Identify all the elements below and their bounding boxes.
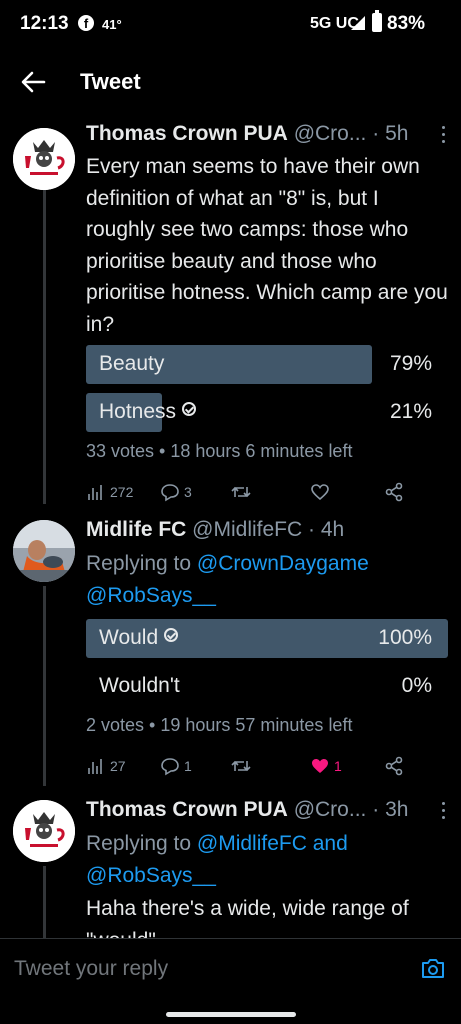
share-button[interactable] [384, 480, 404, 504]
arrow-left-icon[interactable] [20, 70, 46, 94]
poll-option-percent: 21% [389, 400, 432, 423]
check-circle-icon [164, 628, 179, 642]
thread-connector [43, 586, 46, 786]
status-bar: 12:13 f 41° 5G UC 83% [0, 0, 461, 48]
author-name[interactable]: Thomas Crown PUA [86, 122, 288, 145]
tweet-time: 3h [385, 798, 409, 821]
signal-icon [351, 16, 365, 30]
avatar[interactable] [13, 800, 75, 862]
top-app-bar: Tweet [0, 56, 461, 108]
reply-count: 3 [184, 484, 192, 500]
retweet-button[interactable] [231, 754, 251, 778]
replying-to-prefix: Replying to [86, 552, 192, 575]
reply-button[interactable]: 3 [160, 480, 192, 504]
status-temperature: 41° [102, 17, 122, 32]
views-button[interactable]: 27 [86, 754, 126, 778]
poll-option-percent: 79% [389, 352, 432, 375]
avatar[interactable] [13, 520, 75, 582]
crown-daygame-logo-icon [13, 800, 75, 862]
like-button[interactable] [310, 480, 330, 504]
like-count: 1 [334, 758, 342, 774]
camera-icon[interactable] [421, 957, 445, 979]
share-button[interactable] [384, 754, 404, 778]
retweet-button[interactable] [231, 480, 251, 504]
author-handle[interactable]: @Cro... [294, 798, 367, 821]
analytics-icon [88, 759, 102, 774]
thread-connector [43, 186, 46, 504]
tweet-actions: 272 3 [86, 480, 448, 510]
views-count: 27 [110, 758, 126, 774]
author-handle[interactable]: @MidlifeFC [192, 518, 302, 541]
home-gesture-handle[interactable] [166, 1012, 296, 1017]
like-button[interactable]: 1 [310, 754, 342, 778]
check-circle-icon [182, 402, 197, 416]
reply-composer: Tweet your reply [0, 938, 461, 1000]
author-handle[interactable]: @Cro... [294, 122, 367, 145]
heart-icon [311, 484, 329, 501]
avatar[interactable] [13, 128, 75, 190]
status-battery: 83% [387, 13, 426, 34]
views-button[interactable]: 272 [86, 480, 133, 504]
tweet-time: 4h [320, 518, 345, 541]
system-nav-bar [0, 1000, 461, 1024]
heart-filled-icon [312, 759, 328, 773]
poll-option: Beauty 79% [86, 345, 448, 384]
author-name[interactable]: Thomas Crown PUA [86, 798, 288, 821]
poll-option-label: Hotness [99, 400, 177, 423]
crown-daygame-logo-icon [13, 128, 75, 190]
poll-option-label: Beauty [99, 352, 165, 375]
poll-option: Wouldn't 0% [86, 667, 448, 706]
more-options-icon[interactable] [438, 122, 448, 146]
reply-input[interactable]: Tweet your reply [14, 957, 168, 981]
views-count: 272 [110, 484, 134, 500]
tweet-actions: 27 1 1 [86, 754, 448, 784]
battery-icon [372, 10, 382, 32]
poll-meta: 33 votes • 18 hours 6 minutes left [86, 441, 353, 461]
tweet-header: Thomas Crown PUA @Cro... · 5h [86, 122, 409, 145]
tweet-header: Thomas Crown PUA @Cro... · 3h [86, 798, 409, 821]
reply-count: 1 [184, 758, 192, 774]
tweet-text: Every man seems to have their own defini… [86, 155, 448, 336]
reply-icon [161, 484, 179, 502]
poll-option: Hotness 21% [86, 393, 448, 432]
facebook-icon: f [78, 15, 94, 31]
retweet-icon [231, 486, 251, 498]
poll-option: Would 100% [86, 619, 448, 658]
share-icon [385, 482, 403, 502]
tweet[interactable]: Thomas Crown PUA @Cro... · 3h Replying t… [0, 794, 461, 938]
more-options-icon[interactable] [438, 798, 448, 822]
replying-to-prefix: Replying to [86, 832, 192, 855]
status-time: 12:13 [20, 13, 69, 34]
reply-button[interactable]: 1 [160, 754, 192, 778]
poll-option-percent: 0% [401, 674, 432, 697]
midlife-fc-photo-icon [13, 520, 75, 582]
replying-to: Replying to @CrownDaygame @RobSays__ [86, 548, 448, 611]
tweet-text: Haha there's a wide, wide range of "woul… [86, 897, 409, 938]
poll-option-percent: 100% [378, 626, 432, 649]
retweet-icon [231, 760, 251, 772]
share-icon [385, 756, 403, 776]
replying-to: Replying to @MidlifeFC and @RobSays__ [86, 828, 448, 891]
poll-option-label: Wouldn't [99, 674, 180, 697]
page-title: Tweet [80, 69, 141, 94]
poll-option-label: Would [99, 626, 159, 649]
reply-icon [161, 758, 179, 776]
poll-meta: 2 votes • 19 hours 57 minutes left [86, 715, 353, 735]
author-name[interactable]: Midlife FC [86, 518, 186, 541]
tweet-time: 5h [385, 122, 409, 145]
tweet-header: Midlife FC @MidlifeFC · 4h [86, 518, 345, 541]
analytics-icon [88, 485, 102, 500]
